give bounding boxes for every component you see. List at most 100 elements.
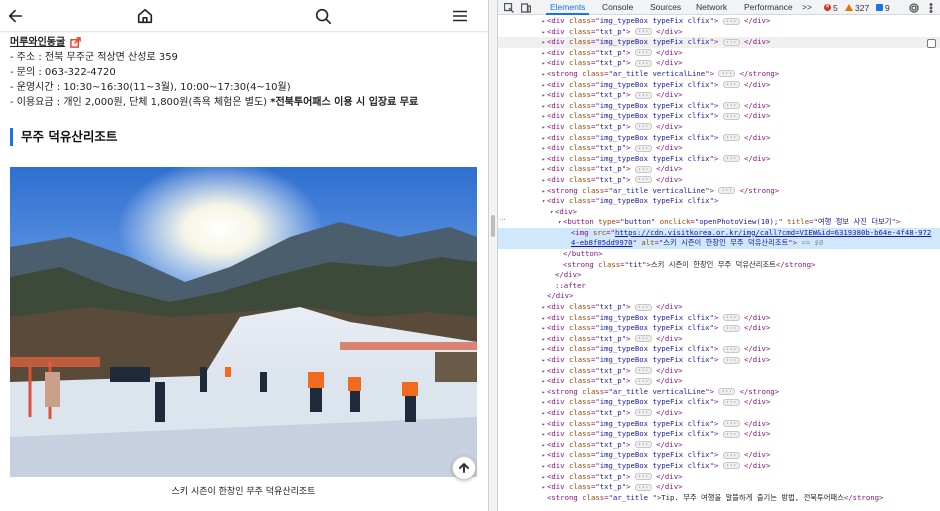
dom-tree-row[interactable]: ▸ <div class="img_typeBox typeFix clfix">… (498, 16, 940, 27)
expand-arrow-icon[interactable]: ▸ (540, 462, 547, 472)
scroll-top-button[interactable] (452, 456, 476, 480)
expand-arrow-icon[interactable]: ▸ (540, 176, 547, 186)
expand-arrow-icon[interactable]: ▸ (540, 38, 547, 48)
expand-arrow-icon[interactable]: ▸ (540, 314, 547, 324)
dom-tree-row[interactable]: ::after (498, 281, 940, 292)
tab-elements[interactable]: Elements (546, 0, 590, 15)
dom-tree-row[interactable]: ▸ <strong class="ar_title verticalLine"> … (498, 69, 940, 80)
search-icon[interactable] (312, 5, 334, 27)
expand-arrow-icon[interactable]: ▸ (540, 155, 547, 165)
expand-arrow-icon[interactable]: ▸ (540, 377, 547, 387)
expand-arrow-icon[interactable]: ▸ (540, 303, 547, 313)
expand-arrow-icon[interactable]: ▸ (540, 473, 547, 483)
dom-tree-row[interactable]: ▸ <div class="img_typeBox typeFix clfix">… (498, 101, 940, 112)
dom-tree-row[interactable]: ▸ <div class="txt_p"> ··· </div> (498, 334, 940, 345)
dom-tree-row[interactable]: <strong class="ar_title ">Tip. 무주 여행을 알뜰… (498, 493, 940, 504)
expand-arrow-icon[interactable]: ▸ (540, 49, 547, 59)
expand-arrow-icon[interactable]: ▸ (540, 345, 547, 355)
image-src-link[interactable]: https://cdn.visitkorea.or.kr/img/call?cm… (615, 228, 931, 237)
tab-sources[interactable]: Sources (650, 0, 681, 15)
dom-tree-row[interactable]: </div> (498, 291, 940, 302)
dom-tree-row[interactable]: ▾ <div class="img_typeBox typeFix clfix"> (498, 196, 940, 207)
dom-tree-row[interactable]: ▸ <div class="img_typeBox typeFix clfix">… (498, 111, 940, 122)
dom-tree-row[interactable]: </div> (498, 270, 940, 281)
dom-tree-row[interactable]: ▸ <div class="img_typeBox typeFix clfix">… (498, 397, 940, 408)
warning-count-badge[interactable]: 327 (845, 0, 869, 15)
tab-performance[interactable]: Performance (744, 0, 793, 15)
expand-arrow-icon[interactable]: ▸ (540, 112, 547, 122)
dom-tree-row[interactable]: ▸ <div class="img_typeBox typeFix clfix">… (498, 323, 940, 334)
dom-tree-row[interactable]: ▸ <div class="txt_p"> ··· </div> (498, 58, 940, 69)
expand-arrow-icon[interactable]: ▸ (540, 441, 547, 451)
hamburger-menu-icon[interactable] (449, 5, 471, 27)
copy-icon[interactable] (927, 39, 936, 48)
expand-arrow-icon[interactable]: ▸ (540, 388, 547, 398)
expand-arrow-icon[interactable]: ▸ (540, 144, 547, 154)
home-icon[interactable] (134, 5, 156, 27)
gear-icon[interactable] (908, 2, 919, 13)
expand-arrow-icon[interactable]: ▸ (540, 134, 547, 144)
dom-tree-row[interactable]: ▸ <div class="txt_p"> ··· </div> (498, 90, 940, 101)
dom-tree-row[interactable]: ▸ <div class="txt_p"> ··· </div> (498, 175, 940, 186)
dom-tree-row[interactable]: ▸ <strong class="ar_title verticalLine"> … (498, 186, 940, 197)
more-options-icon[interactable] (925, 2, 936, 13)
dom-tree-row[interactable]: ▸ <div class="img_typeBox typeFix clfix">… (498, 461, 940, 472)
expand-arrow-icon[interactable]: ▸ (540, 398, 547, 408)
expand-arrow-icon[interactable]: ▸ (540, 356, 547, 366)
dom-tree-row[interactable]: <img src="https://cdn.visitkorea.or.kr/i… (498, 227, 940, 239)
dom-tree-row[interactable]: ▸ <div class="txt_p"> ··· </div> (498, 366, 940, 377)
dom-tree-row[interactable]: ▸ <div class="txt_p"> ··· </div> (498, 408, 940, 419)
dom-tree-row[interactable]: <strong class="tit">스키 시즌이 한창인 무주 덕유산리조트… (498, 260, 940, 271)
dom-tree-row[interactable]: ▸ <div class="img_typeBox typeFix clfix">… (498, 344, 940, 355)
expand-arrow-icon[interactable]: ▸ (540, 430, 547, 440)
dom-tree-row[interactable]: 4-eb8f05dd9970" alt="스키 시즌이 한창인 무주 덕유산리조… (498, 238, 940, 250)
inspect-element-icon[interactable] (503, 2, 514, 13)
device-toolbar-icon[interactable] (520, 2, 531, 13)
expand-arrow-icon[interactable]: ▸ (540, 70, 547, 80)
expand-arrow-icon[interactable]: ▸ (540, 91, 547, 101)
tab-network[interactable]: Network (696, 0, 727, 15)
resize-handle[interactable] (491, 215, 495, 237)
panel-resize-divider[interactable] (488, 0, 498, 511)
dom-tree-row[interactable]: ▸ <div class="img_typeBox typeFix clfix">… (498, 80, 940, 91)
dom-tree-row[interactable]: ▸ <div class="img_typeBox typeFix clfix">… (498, 450, 940, 461)
expand-arrow-icon[interactable]: ▾ (556, 218, 563, 228)
expand-arrow-icon[interactable]: ▸ (540, 451, 547, 461)
dom-tree-row[interactable]: ▸ <div class="img_typeBox typeFix clfix">… (498, 133, 940, 144)
dom-tree-row[interactable]: ▸ <strong class="ar_title verticalLine"> … (498, 387, 940, 398)
expand-arrow-icon[interactable]: ▾ (540, 197, 547, 207)
expand-arrow-icon[interactable]: ▸ (540, 17, 547, 27)
dom-tree-row[interactable]: ▸ <div class="img_typeBox typeFix clfix">… (498, 37, 940, 48)
info-count-badge[interactable]: 9 (876, 0, 890, 15)
expand-arrow-icon[interactable]: ▸ (540, 420, 547, 430)
image-src-link[interactable]: 4-eb8f05dd9970 (571, 238, 633, 247)
place-link[interactable]: 머루와인동굴 (10, 35, 82, 50)
dom-tree-row[interactable]: ▸ <div class="img_typeBox typeFix clfix">… (498, 313, 940, 324)
expand-arrow-icon[interactable]: ▸ (540, 187, 547, 197)
expand-arrow-icon[interactable]: ▸ (540, 409, 547, 419)
expand-arrow-icon[interactable]: ▸ (540, 28, 547, 38)
expand-arrow-icon[interactable]: ▸ (540, 102, 547, 112)
expand-arrow-icon[interactable]: ▸ (540, 165, 547, 175)
expand-arrow-icon[interactable]: ▸ (540, 367, 547, 377)
dom-tree-row[interactable]: ▸ <div class="img_typeBox typeFix clfix">… (498, 355, 940, 366)
dom-tree-row[interactable]: ▸ <div class="txt_p"> ··· </div> (498, 302, 940, 313)
dom-tree-row[interactable]: ▸ <div class="txt_p"> ··· </div> (498, 482, 940, 493)
tab-console[interactable]: Console (602, 0, 633, 15)
dom-tree-row[interactable]: ▸ <div class="img_typeBox typeFix clfix">… (498, 154, 940, 165)
more-tabs-button[interactable]: >> (802, 0, 812, 15)
dom-tree-row[interactable]: ▸ <div class="txt_p"> ··· </div> (498, 164, 940, 175)
photo-view-button[interactable] (10, 167, 477, 477)
expand-arrow-icon[interactable]: ▸ (540, 483, 547, 493)
dom-tree-row[interactable]: ▸ <div class="txt_p"> ··· </div> (498, 472, 940, 483)
expand-arrow-icon[interactable]: ▸ (540, 123, 547, 133)
expand-arrow-icon[interactable]: ▸ (540, 59, 547, 69)
dom-tree-row[interactable]: </button> (498, 249, 940, 260)
dom-tree-row[interactable]: ▾ <button type="button" onclick="openPhot… (498, 217, 940, 228)
dom-tree-row[interactable]: ▸ <div class="txt_p"> ··· </div> (498, 376, 940, 387)
dom-tree-row[interactable]: ▾ <div> (498, 207, 940, 218)
dom-tree-row[interactable]: ▸ <div class="img_typeBox typeFix clfix">… (498, 419, 940, 430)
arrow-left-icon[interactable] (5, 5, 27, 27)
expand-arrow-icon[interactable]: ▸ (540, 81, 547, 91)
expand-arrow-icon[interactable]: ▾ (548, 208, 555, 218)
